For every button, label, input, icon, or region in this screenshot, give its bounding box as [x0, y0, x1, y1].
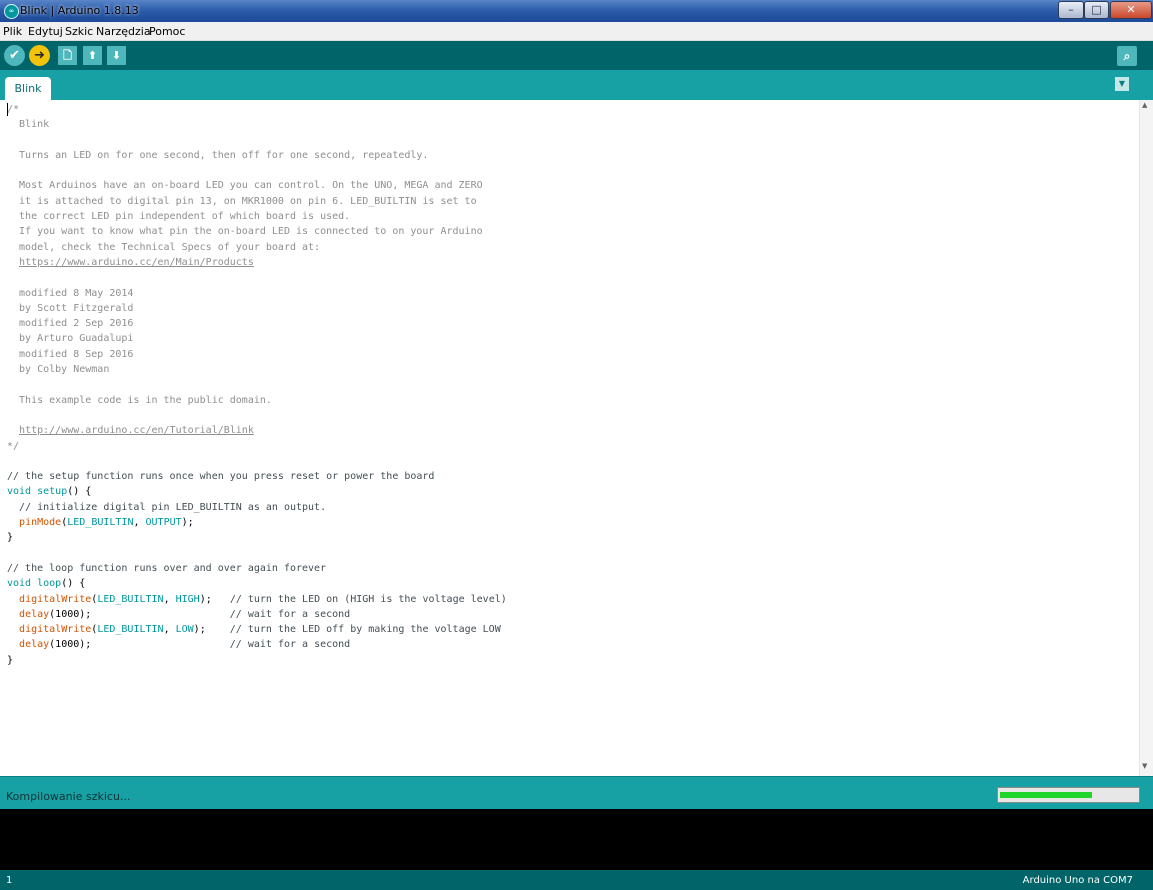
- code-editor[interactable]: /* Blink Turns an LED on for one second,…: [0, 100, 1139, 776]
- code-line: }: [7, 654, 14, 666]
- code-line: delay(1000); // wait for a second: [19, 608, 351, 620]
- menu-szkic[interactable]: Szkic: [65, 25, 93, 38]
- minimize-button[interactable]: –: [1058, 1, 1084, 19]
- console-output[interactable]: [0, 809, 1153, 870]
- code-line: model, check the Technical Specs of your…: [7, 241, 321, 253]
- magnifier-icon: ⌕: [1123, 49, 1131, 63]
- code-text: /* Blink Turns an LED on for one second,…: [0, 100, 1139, 668]
- text-caret: [7, 103, 8, 116]
- code-line: modified 8 May 2014: [7, 287, 134, 299]
- arduino-logo-icon: ∞: [4, 4, 19, 19]
- menu-edytuj[interactable]: Edytuj: [28, 25, 63, 38]
- menu-pomoc[interactable]: Pomoc: [149, 25, 185, 38]
- menu-narzedzia[interactable]: Narzędzia: [96, 25, 151, 38]
- code-line: /*: [7, 104, 20, 115]
- code-line: Blink: [7, 119, 50, 131]
- code-line: If you want to know what pin the on-boar…: [7, 226, 483, 238]
- status-bar: Kompilowanie szkicu...: [0, 776, 1153, 809]
- code-line: // the setup function runs once when you…: [7, 471, 435, 483]
- code-line: modified 8 Sep 2016: [7, 348, 134, 360]
- code-line: */: [7, 440, 20, 452]
- arrow-up-icon: ⬆: [87, 49, 98, 62]
- chevron-down-icon: ▼: [1118, 79, 1126, 88]
- code-line: pinMode(LED_BUILTIN, OUTPUT);: [19, 517, 194, 529]
- code-line: delay(1000); // wait for a second: [19, 639, 351, 651]
- title-bar: ∞ Blink | Arduino 1.8.13 – □ ✕: [0, 0, 1153, 22]
- code-line: Most Arduinos have an on-board LED you c…: [7, 180, 483, 192]
- verify-button[interactable]: ✔: [4, 45, 25, 66]
- status-text: Kompilowanie szkicu...: [6, 790, 131, 803]
- window-title: Blink | Arduino 1.8.13: [20, 4, 139, 17]
- code-line: void setup() {: [7, 486, 92, 498]
- code-line: modified 2 Sep 2016: [7, 318, 134, 330]
- tab-blink[interactable]: Blink: [5, 77, 51, 100]
- tab-menu-button[interactable]: ▼: [1115, 77, 1129, 91]
- code-line: void loop() {: [7, 578, 86, 590]
- code-line: the correct LED pin independent of which…: [7, 211, 351, 223]
- code-line: }: [7, 532, 14, 544]
- board-info: Arduino Uno na COM7: [1022, 875, 1133, 886]
- code-line: it is attached to digital pin 13, on MKR…: [7, 195, 477, 207]
- new-file-icon: 🗋: [63, 49, 72, 62]
- scroll-up-icon[interactable]: ▲: [1142, 101, 1147, 109]
- arrow-down-icon: ⬇: [111, 49, 122, 62]
- progress-fill: [1000, 792, 1092, 798]
- tabs-bar: Blink ▼: [0, 70, 1153, 100]
- code-line: digitalWrite(LED_BUILTIN, HIGH); // turn…: [19, 593, 507, 605]
- new-button[interactable]: 🗋: [58, 46, 77, 65]
- menu-plik[interactable]: Plik: [3, 25, 22, 38]
- code-line: Turns an LED on for one second, then off…: [7, 149, 429, 161]
- toolbar: ✔ ➜ 🗋 ⬆ ⬇ ⌕: [0, 41, 1153, 70]
- checkmark-icon: ✔: [9, 48, 20, 63]
- code-line: by Colby Newman: [7, 364, 110, 376]
- upload-button[interactable]: ➜: [29, 45, 50, 66]
- bottom-bar: 1 Arduino Uno na COM7: [0, 870, 1153, 890]
- maximize-button[interactable]: □: [1084, 1, 1109, 19]
- code-line: digitalWrite(LED_BUILTIN, LOW); // turn …: [19, 624, 501, 636]
- code-line: // the loop function runs over and over …: [7, 562, 327, 574]
- code-line: by Scott Fitzgerald: [7, 302, 134, 314]
- serial-monitor-button[interactable]: ⌕: [1117, 46, 1137, 66]
- save-button[interactable]: ⬇: [107, 46, 126, 65]
- code-line: https://www.arduino.cc/en/Main/Products: [19, 256, 254, 268]
- menu-bar: Plik Edytuj Szkic Narzędzia Pomoc: [0, 22, 1153, 41]
- close-button[interactable]: ✕: [1110, 1, 1152, 19]
- code-line: // initialize digital pin LED_BUILTIN as…: [19, 501, 327, 513]
- code-line: This example code is in the public domai…: [7, 394, 272, 406]
- arrow-right-icon: ➜: [34, 48, 45, 63]
- editor-scrollbar[interactable]: [1139, 100, 1153, 776]
- compile-progress-bar: [997, 787, 1140, 803]
- code-line: by Arturo Guadalupi: [7, 333, 134, 345]
- code-line: http://www.arduino.cc/en/Tutorial/Blink: [19, 425, 254, 437]
- line-number: 1: [6, 875, 13, 886]
- scroll-down-icon[interactable]: ▼: [1142, 762, 1147, 770]
- open-button[interactable]: ⬆: [83, 46, 102, 65]
